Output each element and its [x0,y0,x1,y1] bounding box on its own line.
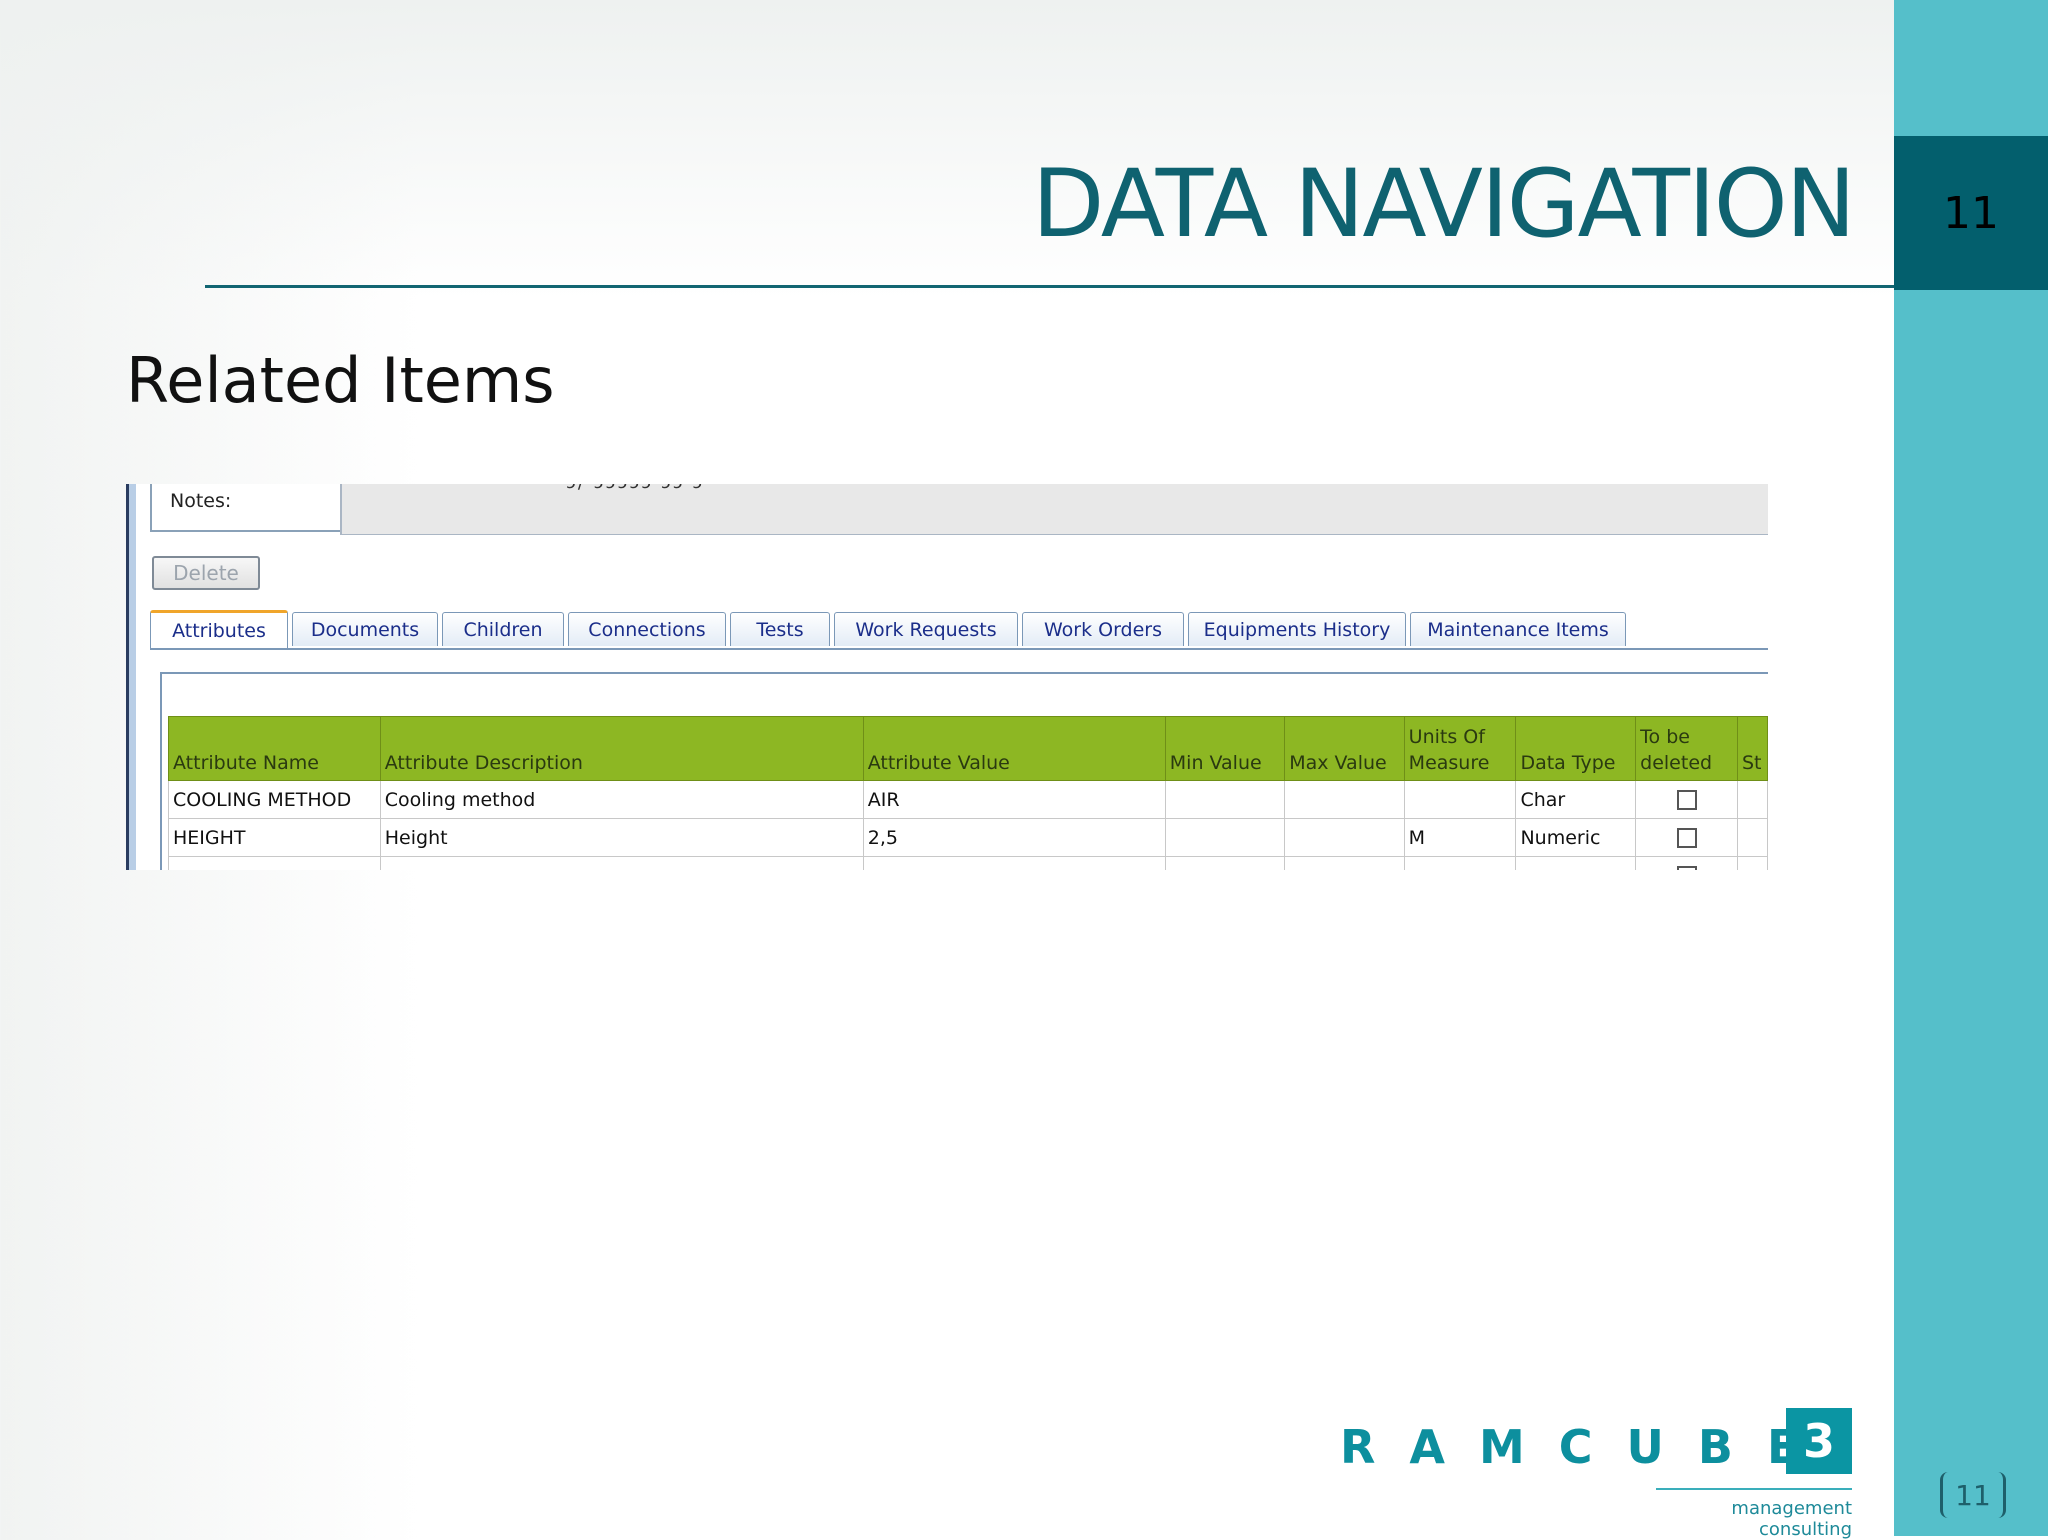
cell-status [1736,818,1768,857]
tabs-baseline [150,648,1768,650]
slide-title: DATA NAVIGATION [1032,150,1856,259]
window-edge [126,484,136,870]
delete-checkbox[interactable] [1676,828,1697,848]
cell-max-value[interactable] [1284,780,1405,819]
cell-status [1736,780,1768,819]
cell-units-of-measure[interactable] [1403,856,1517,870]
cell-to-be-deleted [1635,818,1738,857]
cell-min-value[interactable] [1164,856,1286,870]
logo-number-box: 3 [1786,1408,1852,1474]
column-header[interactable]: Attribute Value [862,716,1166,781]
tab-work-orders[interactable]: Work Orders [1022,612,1184,646]
cell-to-be-deleted [1635,780,1738,819]
column-header[interactable]: To be deleted [1635,716,1738,781]
cell-attribute-value[interactable]: AIR [862,780,1166,819]
notes-value: ɔ/ ɔɔɔɔɔ ɔɔ ɔ [566,484,704,493]
ramcube-logo: RAMCUBE 3 management consulting [1340,1400,1860,1540]
logo-wordmark: RAMCUBE [1340,1420,1833,1474]
cell-data-type[interactable]: Numeric [1515,818,1637,857]
cell-data-type[interactable] [1515,856,1637,870]
cell-attribute-value[interactable] [862,856,1166,870]
tab-tests[interactable]: Tests [730,612,830,646]
delete-button[interactable]: Delete [152,556,260,590]
cell-attribute-description[interactable]: Height [379,818,864,857]
tab-maintenance-items[interactable]: Maintenance Items [1410,612,1626,646]
column-header[interactable]: Max Value [1284,716,1405,781]
tab-documents[interactable]: Documents [292,612,438,646]
cell-attribute-value[interactable]: 2,5 [862,818,1166,857]
cell-attribute-name[interactable]: HEIGHT [168,818,381,857]
slide-subtitle: Related Items [126,344,555,417]
cell-units-of-measure[interactable]: M [1403,818,1517,857]
cell-attribute-name[interactable]: COOLING METHOD [168,780,381,819]
cell-status [1736,856,1768,870]
table-row[interactable]: COOLING METHOD Cooling method AIR Char [168,780,1768,819]
page-number: 11 [1943,187,1999,239]
table-row[interactable]: HEIGHT Height 2,5 M Numeric [168,818,1768,857]
app-screenshot: Notes: ɔ/ ɔɔɔɔɔ ɔɔ ɔ Delete Attributes D… [126,484,1768,870]
column-header[interactable]: Attribute Description [379,716,864,781]
column-header[interactable]: Attribute Name [168,716,381,781]
logo-tagline: management consulting [1731,1498,1852,1540]
delete-checkbox[interactable] [1676,866,1697,870]
cell-min-value[interactable] [1164,780,1286,819]
attributes-table: Attribute Name Attribute Description Att… [168,716,1768,870]
cell-max-value[interactable] [1284,818,1405,857]
notes-label: Notes: [170,490,232,512]
cell-max-value[interactable] [1284,856,1405,870]
cell-attribute-description[interactable] [379,856,864,870]
title-divider [205,285,1894,288]
footer-page-number: 11 [1940,1472,2006,1518]
logo-divider [1656,1488,1852,1490]
notes-field[interactable]: ɔ/ ɔɔɔɔɔ ɔɔ ɔ [340,484,1768,535]
column-header[interactable]: St [1736,716,1768,781]
table-header-row: Attribute Name Attribute Description Att… [168,716,1768,781]
table-row[interactable] [168,856,1768,870]
delete-checkbox[interactable] [1676,790,1697,810]
tab-connections[interactable]: Connections [568,612,726,646]
tab-children[interactable]: Children [442,612,564,646]
column-header[interactable]: Min Value [1164,716,1286,781]
tab-equipments-history[interactable]: Equipments History [1188,612,1406,646]
tab-attributes[interactable]: Attributes [150,610,288,648]
cell-attribute-name[interactable] [168,856,381,870]
tab-work-requests[interactable]: Work Requests [834,612,1018,646]
page-number-box: 11 [1894,136,2048,290]
cell-min-value[interactable] [1164,818,1286,857]
cell-to-be-deleted [1635,856,1738,870]
cell-units-of-measure[interactable] [1403,780,1517,819]
column-header[interactable]: Data Type [1515,716,1637,781]
cell-attribute-description[interactable]: Cooling method [379,780,864,819]
cell-data-type[interactable]: Char [1515,780,1637,819]
column-header[interactable]: Units Of Measure [1403,716,1517,781]
